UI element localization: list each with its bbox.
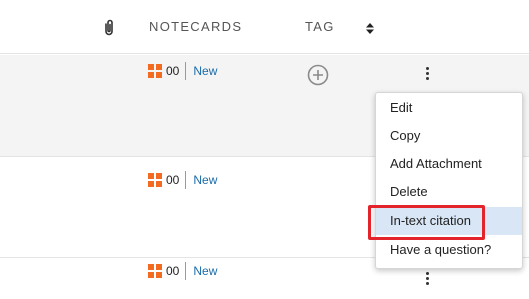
- notecards-cell: 00 New: [148, 62, 217, 80]
- new-notecard-link[interactable]: New: [193, 64, 217, 78]
- menu-item-have-a-question[interactable]: Have a question?: [376, 236, 522, 264]
- add-tag-icon[interactable]: [307, 64, 329, 86]
- more-vert-icon[interactable]: [426, 67, 430, 81]
- notecard-count: 00: [166, 64, 180, 78]
- menu-item-delete[interactable]: Delete: [376, 178, 522, 206]
- notecards-cell: 00 New: [148, 171, 217, 189]
- menu-item-copy[interactable]: Copy: [376, 122, 522, 150]
- tag-column-header[interactable]: TAG: [305, 19, 335, 34]
- sort-icon[interactable]: [366, 23, 374, 34]
- menu-item-add-attachment[interactable]: Add Attachment: [376, 150, 522, 178]
- notecard-count: 00: [166, 173, 180, 187]
- notecards-column-header[interactable]: NOTECARDS: [149, 19, 242, 34]
- table-header: NOTECARDS TAG: [0, 0, 529, 54]
- divider: [185, 262, 187, 280]
- notecard-grid-icon: [148, 173, 162, 187]
- notecards-cell: 00 New: [148, 262, 217, 280]
- row-actions-menu: Edit Copy Add Attachment Delete In-text …: [375, 92, 523, 269]
- divider: [185, 62, 187, 80]
- new-notecard-link[interactable]: New: [193, 173, 217, 187]
- notecard-grid-icon: [148, 64, 162, 78]
- new-notecard-link[interactable]: New: [193, 264, 217, 278]
- divider: [185, 171, 187, 189]
- menu-item-in-text-citation[interactable]: In-text citation: [376, 207, 522, 235]
- notecard-count: 00: [166, 264, 180, 278]
- menu-item-edit[interactable]: Edit: [376, 94, 522, 122]
- notecard-grid-icon: [148, 264, 162, 278]
- paperclip-icon[interactable]: [103, 19, 115, 36]
- more-vert-icon[interactable]: [426, 272, 430, 286]
